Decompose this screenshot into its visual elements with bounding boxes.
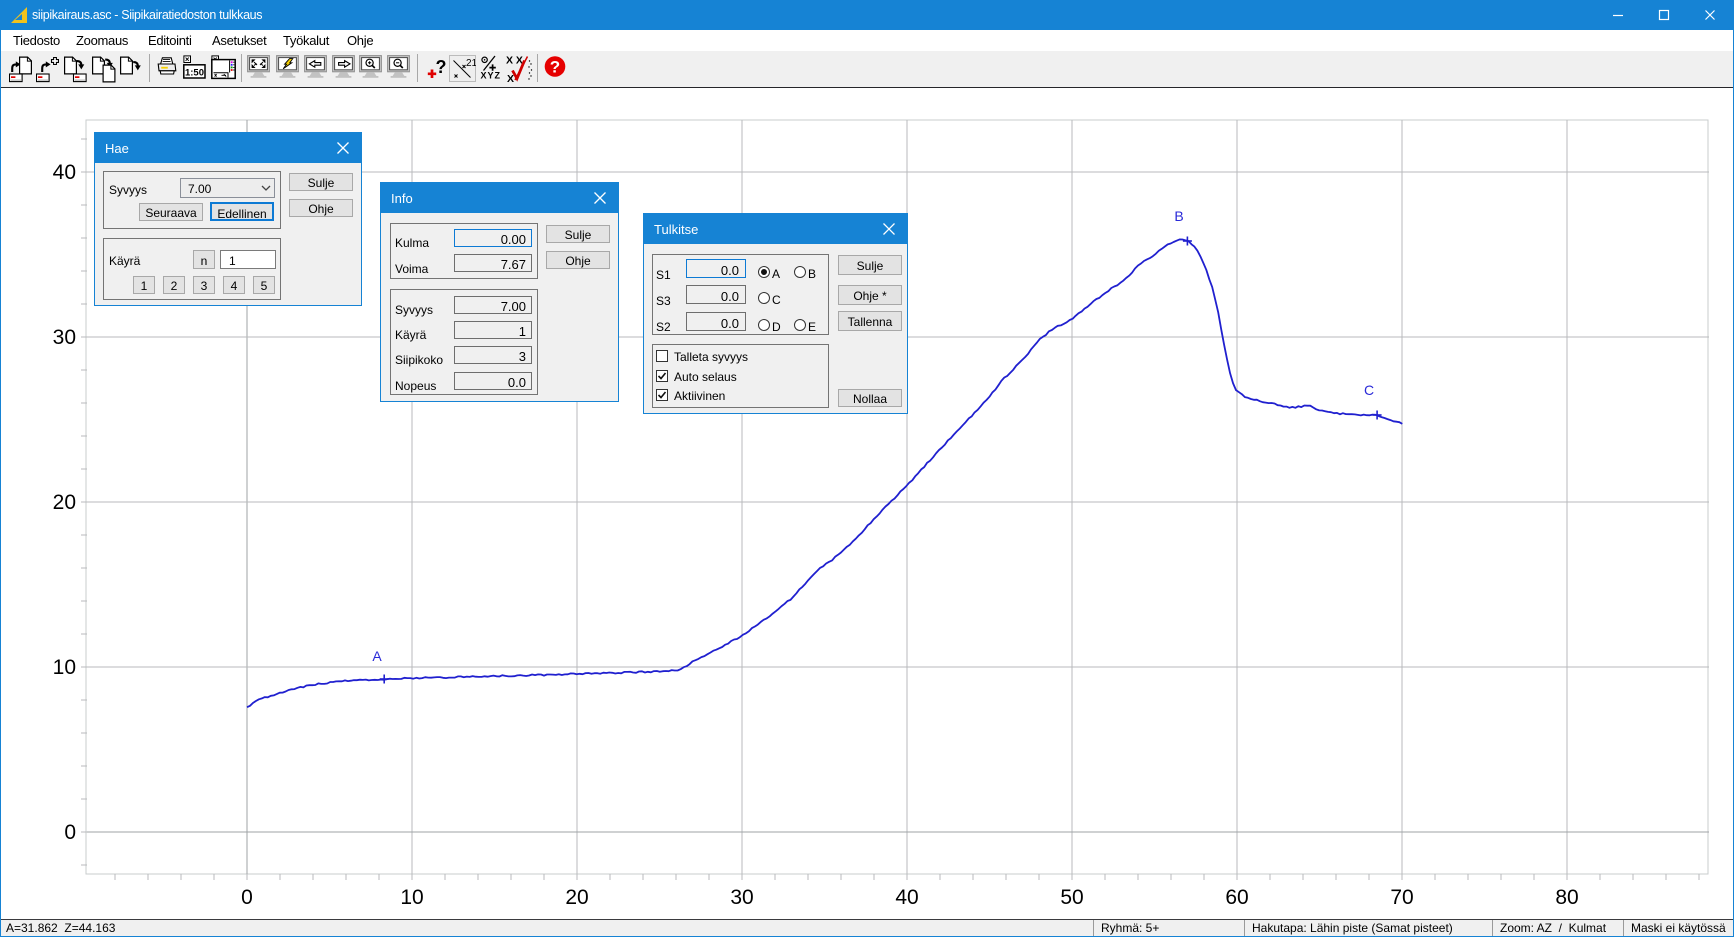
svg-text:0: 0 <box>64 821 76 844</box>
svg-text:40: 40 <box>53 161 76 184</box>
svg-text:20: 20 <box>53 491 76 514</box>
svg-text:80: 80 <box>1555 886 1578 909</box>
svg-text:30: 30 <box>53 326 76 349</box>
svg-text:B: B <box>1174 208 1183 224</box>
svg-text:20: 20 <box>565 886 588 909</box>
svg-text:10: 10 <box>53 656 76 679</box>
svg-text:X X: X X <box>506 55 523 67</box>
svg-text:C: C <box>1364 382 1374 398</box>
svg-text:40: 40 <box>895 886 918 909</box>
svg-text:50: 50 <box>1060 886 1083 909</box>
svg-text:10: 10 <box>400 886 423 909</box>
svg-text:?: ? <box>436 57 447 77</box>
svg-text:1:50: 1:50 <box>185 67 204 78</box>
svg-text:70: 70 <box>1390 886 1413 909</box>
svg-text:X: X <box>507 73 514 83</box>
svg-text:21: 21 <box>466 58 476 69</box>
svg-text:?: ? <box>550 58 560 77</box>
svg-text:30: 30 <box>730 886 753 909</box>
svg-text:0: 0 <box>241 886 253 909</box>
svg-text:XYZ: XYZ <box>481 71 502 81</box>
svg-text:60: 60 <box>1225 886 1248 909</box>
svg-text:A: A <box>372 648 382 664</box>
